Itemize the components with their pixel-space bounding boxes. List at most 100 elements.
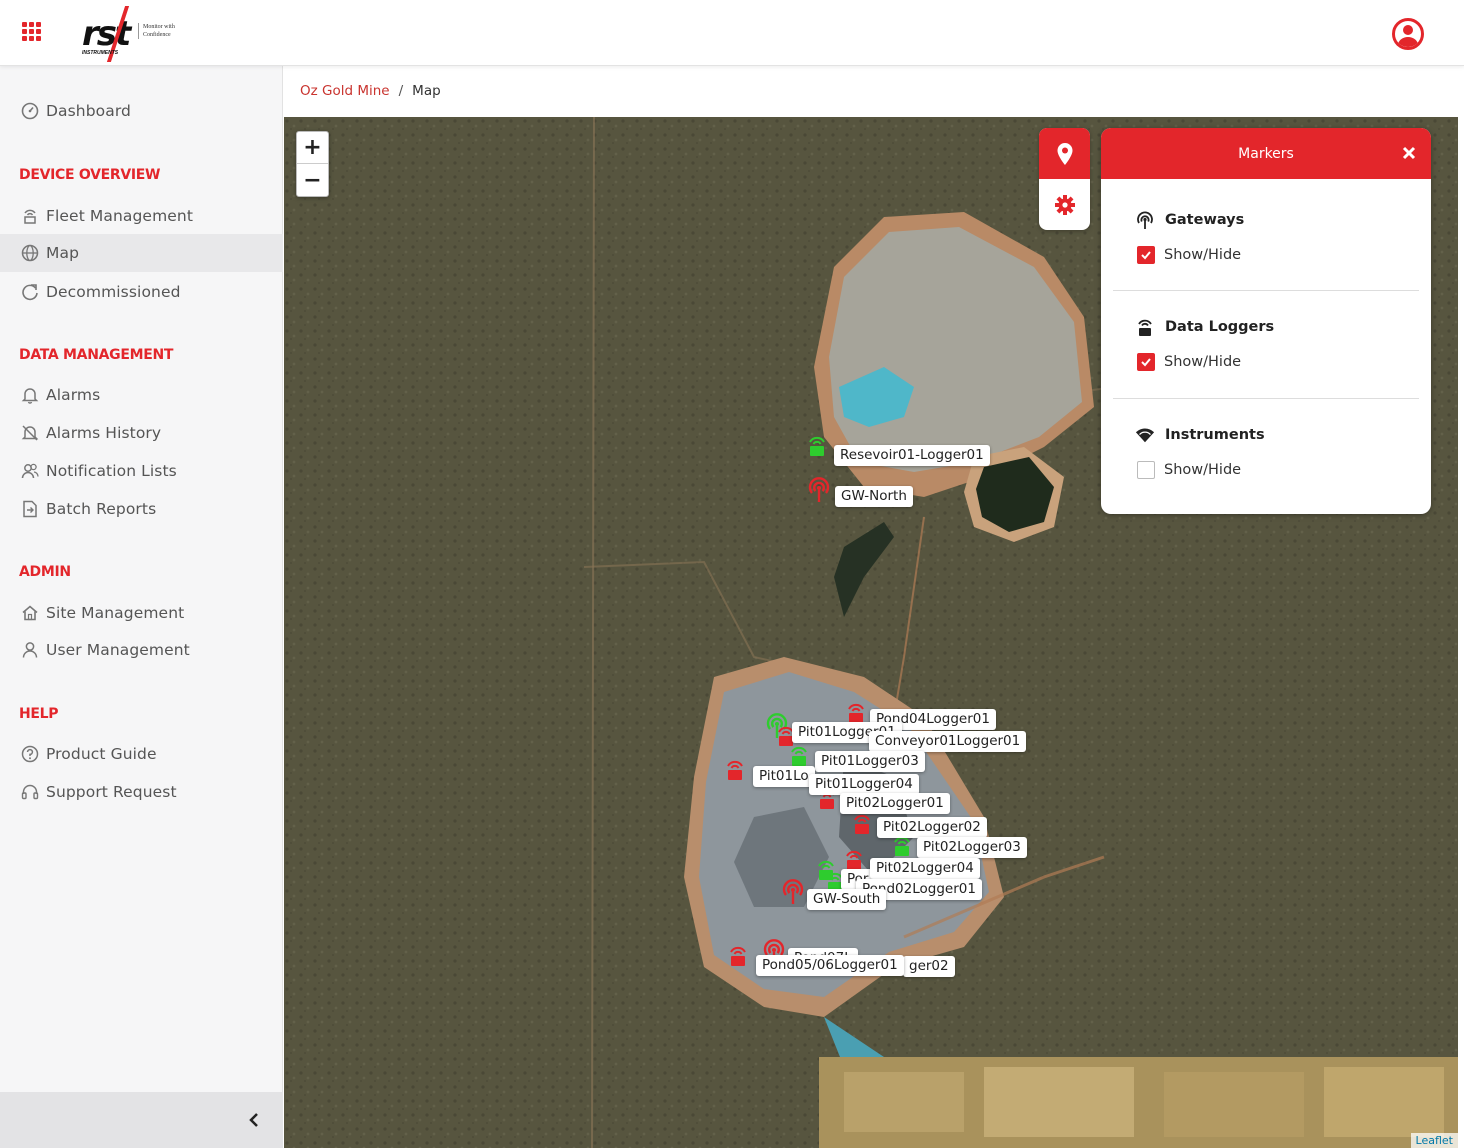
sidebar-item-site-management[interactable]: Site Management xyxy=(0,594,283,632)
marker-label-pit02-logger01[interactable]: Pit02Logger01 xyxy=(840,793,950,814)
sidebar-item-label: Fleet Management xyxy=(46,207,194,225)
instruments-toggle[interactable]: Show/Hide xyxy=(1137,461,1241,479)
zoom-out-button[interactable]: − xyxy=(297,164,328,196)
sidebar-item-label: Alarms History xyxy=(46,424,162,442)
breadcrumb-separator: / xyxy=(398,83,404,99)
sidebar-item-label: Support Request xyxy=(46,783,177,801)
sidebar-item-notification-lists[interactable]: Notification Lists xyxy=(0,452,283,490)
marker-label-conveyor01-logger01[interactable]: Conveyor01Logger01 xyxy=(869,731,1027,752)
marker-label-pit02-logger03[interactable]: Pit02Logger03 xyxy=(917,837,1027,858)
logo-subtext: INSTRUMENTS xyxy=(82,50,119,56)
marker-label-pit01-logger04[interactable]: Pit01Logger04 xyxy=(809,774,919,795)
chevron-left-icon[interactable] xyxy=(246,1110,262,1130)
divider xyxy=(1113,290,1419,291)
antenna-icon xyxy=(1135,210,1155,230)
markers-group-title: Instruments xyxy=(1165,427,1265,443)
gauge-icon xyxy=(20,101,40,121)
logo-tagline: Monitor with Confidence xyxy=(138,23,182,39)
gateways-toggle-label: Show/Hide xyxy=(1164,247,1242,263)
bell-icon xyxy=(20,385,40,405)
gear-icon[interactable] xyxy=(1039,179,1090,230)
zoom-in-button[interactable]: + xyxy=(297,132,328,164)
pond0506-logger01-marker[interactable] xyxy=(728,945,748,972)
pit01-logger02-marker[interactable] xyxy=(725,759,745,786)
markers-group-title: Gateways xyxy=(1165,212,1245,228)
marker-label-pit02-logger02[interactable]: Pit02Logger02 xyxy=(877,817,987,838)
bell-off-icon xyxy=(20,423,40,443)
users-icon xyxy=(20,461,40,481)
markers-panel-header: Markers xyxy=(1101,128,1431,179)
sidebar-item-decommissioned[interactable]: Decommissioned xyxy=(0,273,283,311)
sidebar-item-dashboard[interactable]: Dashboard xyxy=(0,92,283,130)
section-help: HELP xyxy=(19,706,59,722)
zoom-control: + − xyxy=(296,131,329,197)
user-icon xyxy=(20,640,40,660)
reservoir01-logger01-marker[interactable] xyxy=(807,435,827,462)
section-admin: ADMIN xyxy=(19,564,71,580)
breadcrumb-site-link[interactable]: Oz Gold Mine xyxy=(300,83,390,99)
top-bar: rst INSTRUMENTS Monitor with Confidence xyxy=(0,0,1464,66)
data-loggers-toggle-label: Show/Hide xyxy=(1164,354,1242,370)
headset-icon xyxy=(20,782,40,802)
marker-label-pit02-logger04[interactable]: Pit02Logger04 xyxy=(870,858,980,879)
sidebar-item-label: Site Management xyxy=(46,604,185,622)
sidebar-item-user-management[interactable]: User Management xyxy=(0,631,283,669)
section-device-overview: DEVICE OVERVIEW xyxy=(19,167,161,183)
gw-south-marker[interactable] xyxy=(781,879,805,910)
data-loggers-toggle[interactable]: Show/Hide xyxy=(1137,353,1241,371)
gateways-toggle[interactable]: Show/Hide xyxy=(1137,246,1241,264)
sidebar-item-fleet-management[interactable]: Fleet Management xyxy=(0,197,283,235)
logger-icon xyxy=(1135,317,1155,337)
sidebar-item-label: Alarms xyxy=(46,386,101,404)
sidebar-item-batch-reports[interactable]: Batch Reports xyxy=(0,490,283,528)
question-circle-icon xyxy=(20,744,40,764)
rst-logo[interactable]: rst INSTRUMENTS Monitor with Confidence xyxy=(80,6,180,62)
gw-north-marker[interactable] xyxy=(807,477,831,508)
instruments-toggle-label: Show/Hide xyxy=(1164,462,1242,478)
sidebar-item-label: Product Guide xyxy=(46,745,157,763)
sidebar-item-label: Dashboard xyxy=(46,102,131,120)
sidebar-item-alarms-history[interactable]: Alarms History xyxy=(0,414,283,452)
sidebar-item-label: Batch Reports xyxy=(46,500,157,518)
leaflet-attribution[interactable]: Leaflet xyxy=(1410,1133,1458,1148)
marker-label-pit01-logger03[interactable]: Pit01Logger03 xyxy=(815,751,925,772)
close-icon[interactable] xyxy=(1401,145,1417,161)
file-export-icon xyxy=(20,499,40,519)
marker-label-pond0506-logger01[interactable]: Pond05/06Logger01 xyxy=(756,955,904,976)
marker-label-gw-north[interactable]: GW-North xyxy=(835,486,913,507)
globe-icon xyxy=(20,243,40,263)
breadcrumb-current: Map xyxy=(412,83,441,99)
satellite-map[interactable]: + − Markers Gateways Show/Hide Data Logg… xyxy=(284,117,1458,1148)
sidebar-item-support-request[interactable]: Support Request xyxy=(0,773,283,811)
sidebar-item-map[interactable]: Map xyxy=(0,234,283,272)
instruments-checkbox[interactable] xyxy=(1137,461,1155,479)
marker-label-reservoir01-logger01[interactable]: Resevoir01-Logger01 xyxy=(834,445,990,466)
map-tools xyxy=(1039,128,1090,230)
map-pin-icon[interactable] xyxy=(1039,128,1090,179)
sidebar-item-label: Decommissioned xyxy=(46,283,181,301)
gateways-checkbox[interactable] xyxy=(1137,246,1155,264)
markers-panel: Markers Gateways Show/Hide Data Loggers … xyxy=(1101,128,1431,514)
home-icon xyxy=(20,603,40,623)
sidebar-item-label: User Management xyxy=(46,641,190,659)
data-loggers-checkbox[interactable] xyxy=(1137,353,1155,371)
marker-label-pit01-logger02[interactable]: Pit01Lo xyxy=(753,766,815,787)
breadcrumb: Oz Gold Mine / Map xyxy=(284,66,1458,116)
marker-label-pond-logger02-partial[interactable]: ger02 xyxy=(903,956,955,977)
marker-label-gw-south[interactable]: GW-South xyxy=(807,889,887,910)
apps-grid-icon[interactable] xyxy=(22,22,44,44)
pit02-logger02-marker[interactable] xyxy=(852,813,872,840)
sidebar-item-label: Notification Lists xyxy=(46,462,177,480)
sidebar-item-product-guide[interactable]: Product Guide xyxy=(0,735,283,773)
sidebar-collapse-bar xyxy=(0,1092,283,1148)
divider xyxy=(1113,398,1419,399)
wifi-icon xyxy=(1135,425,1155,445)
router-icon xyxy=(20,206,40,226)
sidebar: Dashboard DEVICE OVERVIEW Fleet Manageme… xyxy=(0,66,283,1148)
sidebar-item-alarms[interactable]: Alarms xyxy=(0,376,283,414)
markers-group-title: Data Loggers xyxy=(1165,319,1275,335)
markers-panel-title: Markers xyxy=(1238,145,1294,162)
sidebar-item-label: Map xyxy=(46,244,80,262)
user-circle-icon[interactable] xyxy=(1392,18,1424,50)
section-data-management: DATA MANAGEMENT xyxy=(19,347,174,363)
